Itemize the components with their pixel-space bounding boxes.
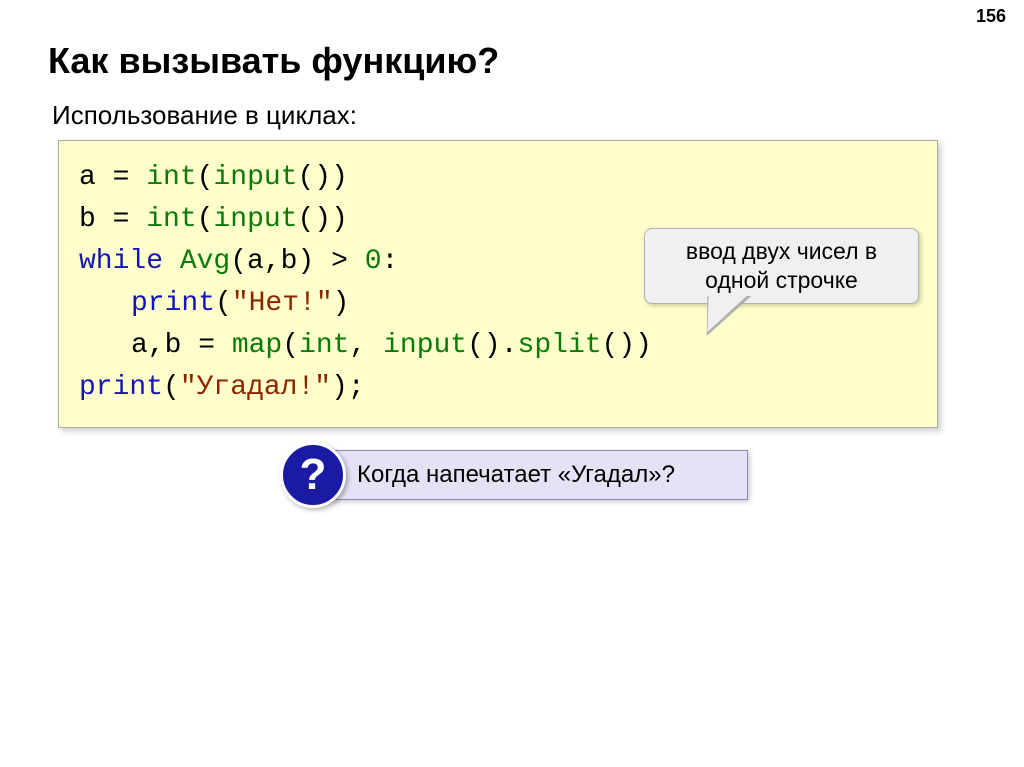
page-number: 156 — [976, 6, 1006, 27]
callout-bubble: ввод двух чисел в одной строчке — [644, 228, 919, 304]
code-input: input — [383, 330, 467, 361]
code-line-6: print("Угадал!"); — [79, 367, 917, 409]
code-tail: ()) — [297, 162, 347, 193]
code-args: (a,b) — [230, 246, 314, 277]
code-paren: ( — [163, 372, 180, 403]
code-mid: (). — [467, 330, 517, 361]
question-box: Когда напечатает «Угадал»? — [318, 450, 748, 500]
code-int: int — [146, 204, 196, 235]
question-mark-icon: ? — [280, 442, 346, 508]
code-line-5: a,b = map(int, input().split()) — [131, 325, 917, 367]
code-int: int — [299, 330, 349, 361]
code-paren: ( — [197, 204, 214, 235]
code-eq: = — [96, 204, 146, 235]
code-comma: , — [349, 330, 383, 361]
code-colon: : — [382, 246, 399, 277]
code-paren: ( — [215, 288, 232, 319]
code-print: print — [79, 372, 163, 403]
code-lhs: a,b = — [131, 330, 232, 361]
question-text: Когда напечатает «Угадал»? — [357, 461, 675, 489]
code-string: "Угадал!" — [180, 372, 331, 403]
code-var: b — [79, 204, 96, 235]
code-paren: ( — [197, 162, 214, 193]
callout-line-1: ввод двух чисел в — [657, 237, 906, 266]
code-input: input — [213, 162, 297, 193]
code-input: input — [213, 204, 297, 235]
code-int: int — [146, 162, 196, 193]
code-string: "Нет!" — [232, 288, 333, 319]
slide-subtitle: Использование в циклах: — [52, 100, 357, 131]
slide-title: Как вызывать функцию? — [48, 40, 499, 82]
code-while: while — [79, 246, 163, 277]
code-map: map — [232, 330, 282, 361]
code-cmp: > — [314, 246, 364, 277]
code-eq: = — [96, 162, 146, 193]
code-line-1: a = int(input()) — [79, 157, 917, 199]
code-tail: ()) — [297, 204, 347, 235]
code-split: split — [518, 330, 602, 361]
code-paren: ); — [331, 372, 365, 403]
code-var: a — [79, 162, 96, 193]
code-print: print — [131, 288, 215, 319]
code-avg: Avg — [180, 246, 230, 277]
code-tail: ()) — [602, 330, 652, 361]
code-zero: 0 — [365, 246, 382, 277]
callout-line-2: одной строчке — [657, 266, 906, 295]
code-paren: ( — [282, 330, 299, 361]
code-paren: ) — [333, 288, 350, 319]
code-space — [163, 246, 180, 277]
